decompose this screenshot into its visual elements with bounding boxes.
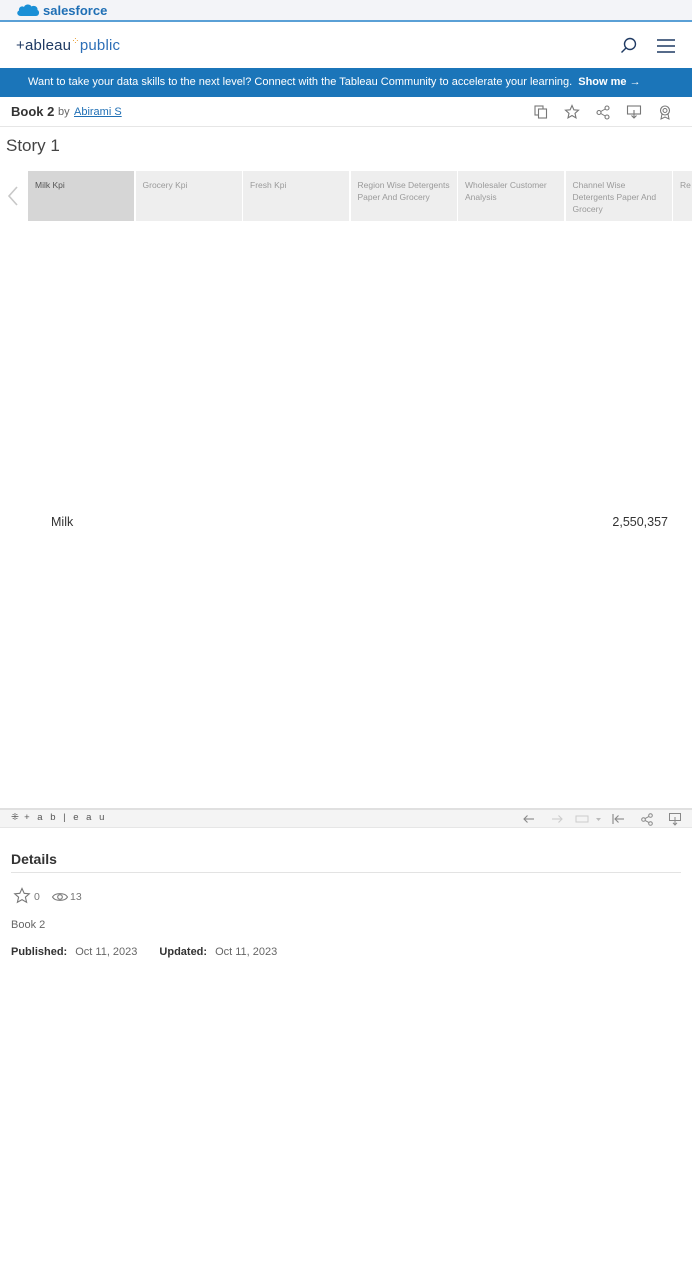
story-tab-milk-kpi[interactable]: Milk Kpi [28,171,134,221]
details-heading: Details [11,851,57,867]
revert-icon[interactable] [575,812,603,826]
copy-icon[interactable] [533,104,549,120]
undo-icon[interactable] [522,812,536,826]
published-date: Oct 11, 2023 [75,946,138,958]
updated-date: Oct 11, 2023 [215,946,278,958]
book-by-text: by [58,106,70,118]
author-link[interactable]: Abirami S [74,106,122,118]
hamburger-menu-icon[interactable] [656,38,676,54]
story-title: Story 1 [6,136,60,155]
download-icon[interactable] [626,104,642,120]
book-info-bar: Book 2 by Abirami S [0,97,692,127]
story-tab-wholesaler-analysis[interactable]: Wholesaler Customer Analysis [458,171,564,221]
logo-public: public [79,37,121,54]
workbook-description: Book 2 [11,919,46,931]
tableau-logo[interactable]: ⁜ + a b | e a u [11,812,107,823]
favorite-star-icon[interactable] [13,887,31,905]
story-point-tabs: Milk Kpi Grocery Kpi Fresh Kpi Region Wi… [28,171,692,221]
story-tab-channel-wise[interactable]: Channel Wise Detergents Paper And Grocer… [565,171,672,221]
star-icon[interactable] [564,104,580,120]
published-label: Published: [11,946,68,958]
viz-canvas[interactable]: Milk 2,550,357 [0,222,692,796]
views-eye-icon [51,890,69,904]
salesforce-cloud-icon [16,2,40,18]
story-tab-fresh-kpi[interactable]: Fresh Kpi [243,171,349,221]
redo-icon[interactable] [550,812,564,826]
search-icon[interactable] [619,36,639,56]
reset-icon[interactable] [611,812,625,826]
banner-show-me-link[interactable]: Show me → [578,76,640,88]
updated-label: Updated: [159,946,208,958]
kpi-label: Milk [51,515,74,529]
book-title: Book 2 [11,104,55,119]
publish-dates: Published: Oct 11, 2023 Updated: Oct 11, 20… [11,946,277,958]
community-banner: Want to take your data skills to the nex… [0,68,692,97]
tableau-public-header: +ableau⁘public [0,24,692,68]
story-tab-grocery-kpi[interactable]: Grocery Kpi [135,171,242,221]
logo-dots: ⁘ [71,36,80,47]
favorite-count: 0 [34,891,40,903]
view-count: 13 [70,891,82,903]
kpi-value: 2,550,357 [612,515,668,529]
salesforce-logo[interactable]: salesforce [16,2,107,18]
salesforce-text: salesforce [43,2,108,18]
story-tab-more[interactable]: Re [673,171,692,221]
story-tab-region-wise[interactable]: Region Wise Detergents Paper And Grocery [350,171,457,221]
tableau-logo-mark-icon: ⁜ [11,812,19,823]
tableau-logo-text: + a b | e a u [24,812,107,823]
toolbar-download-icon[interactable] [668,812,682,826]
viz-toolbar: ⁜ + a b | e a u [0,808,692,828]
share-icon[interactable] [595,104,611,120]
logo-main: +ableau [16,37,72,54]
story-prev-arrow-icon[interactable] [6,184,20,208]
salesforce-bar: salesforce [0,0,692,22]
details-divider [11,872,681,873]
tableau-public-logo[interactable]: +ableau⁘public [16,36,120,54]
toolbar-share-icon[interactable] [640,812,654,826]
badge-icon[interactable] [657,104,673,120]
banner-text: Want to take your data skills to the nex… [28,76,573,88]
